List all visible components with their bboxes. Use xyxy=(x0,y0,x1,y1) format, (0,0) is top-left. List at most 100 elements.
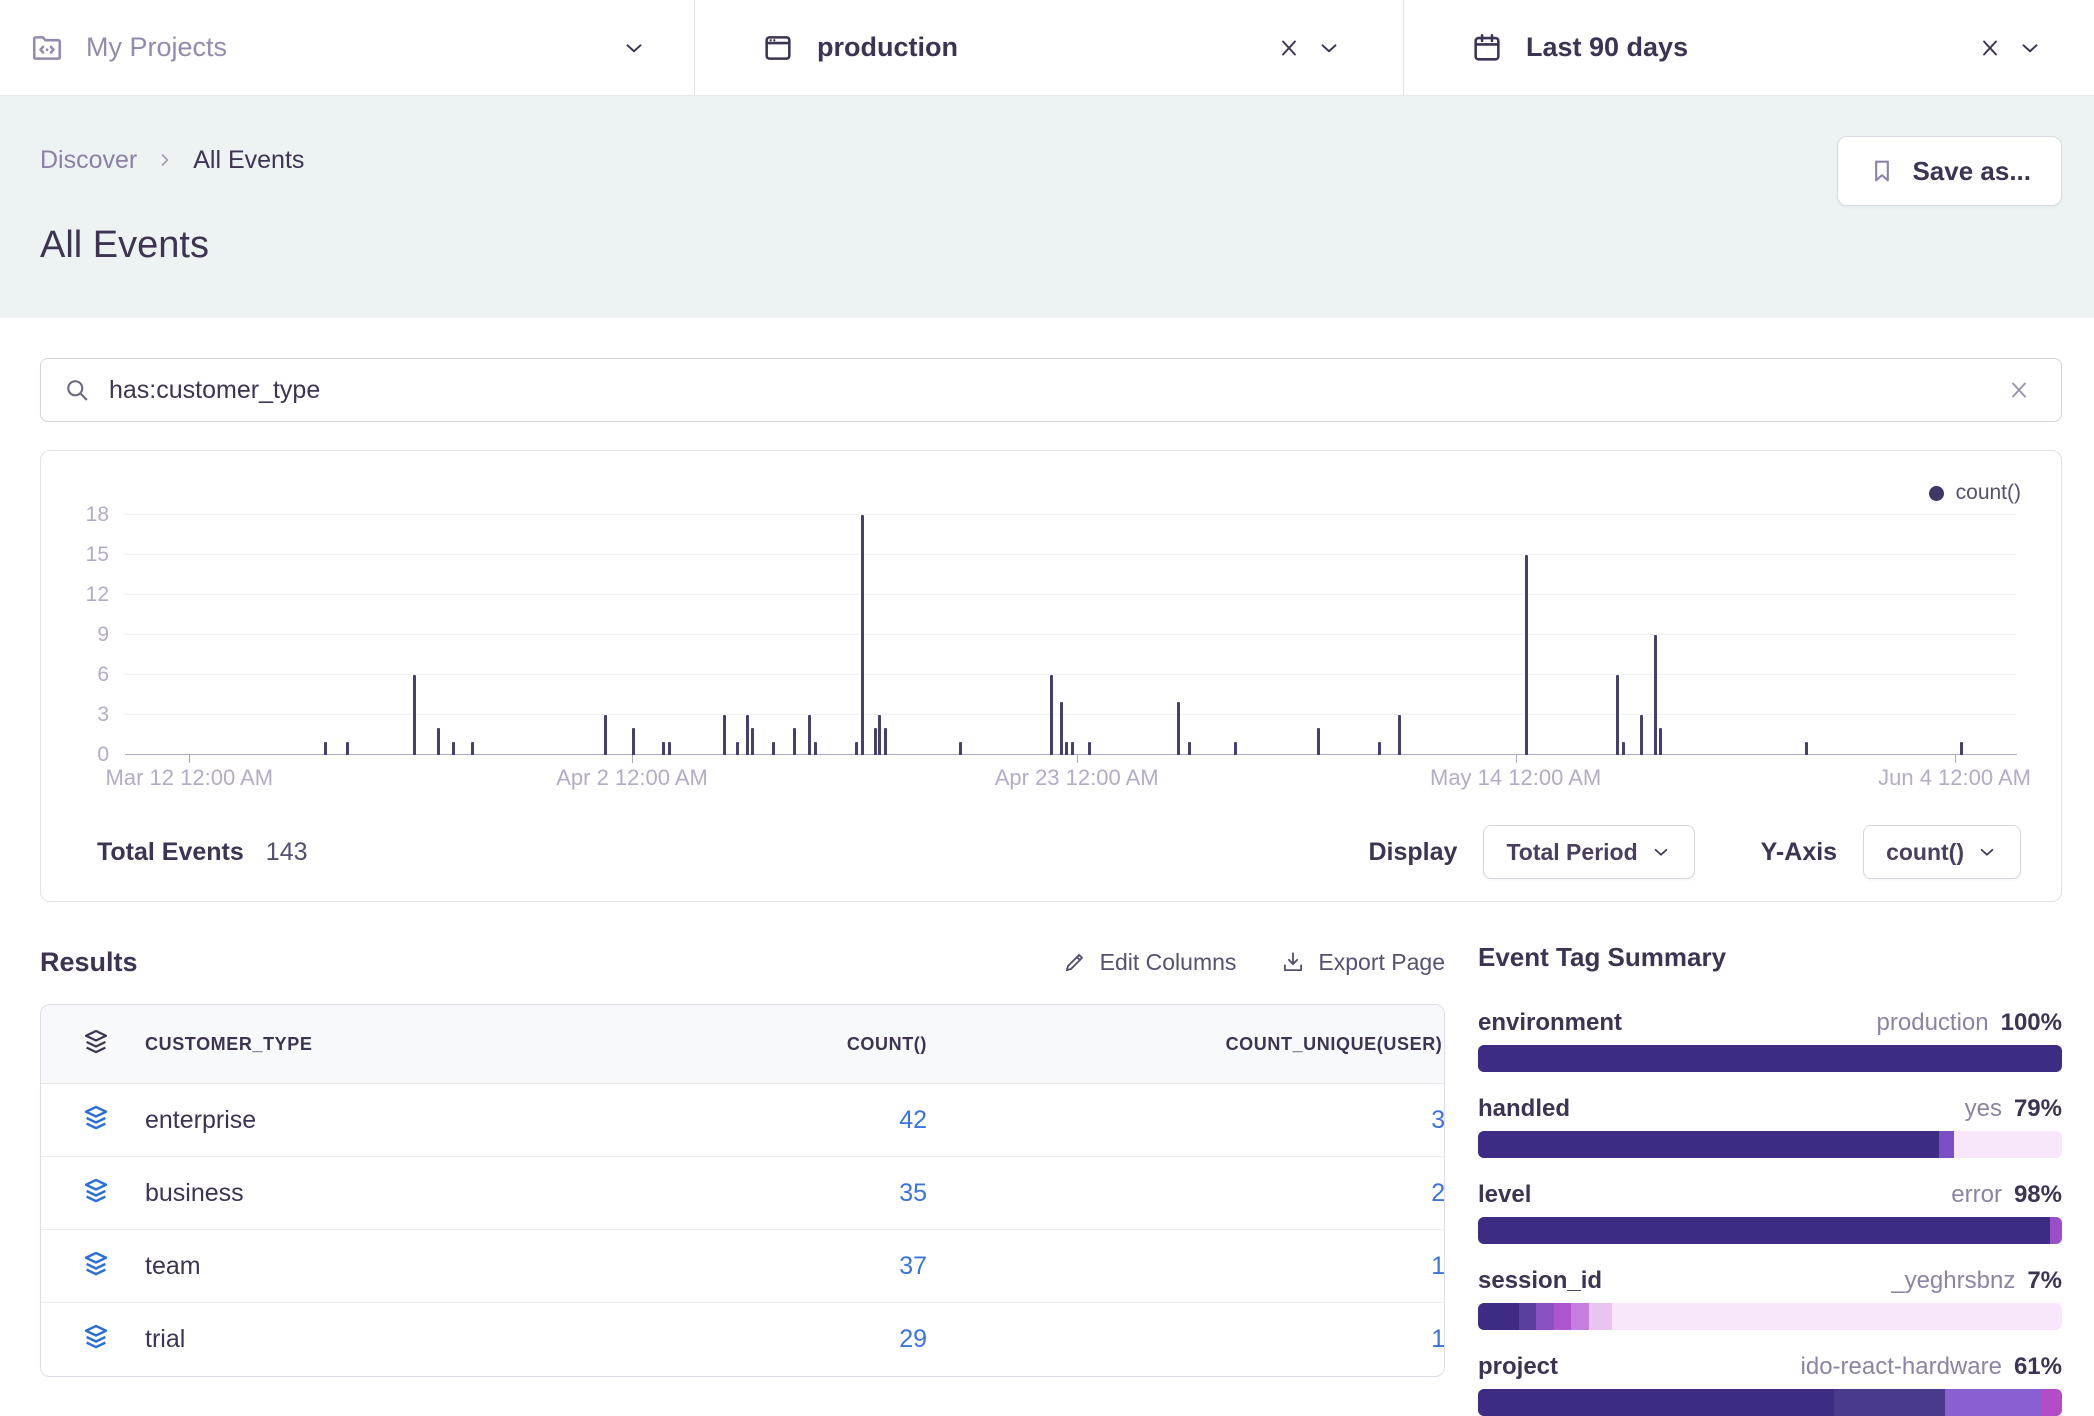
count-unique-cell-link[interactable]: 18 xyxy=(927,1325,1445,1354)
tag-bar-segment xyxy=(1478,1389,1834,1416)
environment-chevron[interactable] xyxy=(1309,28,1349,68)
export-page-button[interactable]: Export Page xyxy=(1280,949,1445,976)
stack-icon[interactable] xyxy=(81,1103,145,1138)
y-axis-dropdown[interactable]: count() xyxy=(1863,825,2021,879)
table-body: enterprise4238business3522team3719trial2… xyxy=(41,1084,1444,1376)
environment-clear-icon[interactable] xyxy=(1269,28,1309,68)
event-count-bar xyxy=(1071,742,1074,755)
event-count-bar xyxy=(604,715,607,755)
column-header-customer-type[interactable]: CUSTOMER_TYPE xyxy=(145,1034,627,1055)
display-dropdown[interactable]: Total Period xyxy=(1483,825,1694,879)
legend-label: count() xyxy=(1956,481,2021,505)
tag-bar-segment xyxy=(1612,1303,2062,1330)
column-header-count-unique-label: COUNT_UNIQUE(USER) xyxy=(1226,1034,1443,1054)
project-selector-label: My Projects xyxy=(86,32,227,63)
event-count-bar xyxy=(452,742,455,755)
save-as-button[interactable]: Save as... xyxy=(1837,136,2062,206)
date-clear-icon[interactable] xyxy=(1970,28,2010,68)
tag-bar-segment xyxy=(1834,1389,1945,1416)
event-count-bar xyxy=(736,742,739,755)
tag-bar-segment xyxy=(1478,1045,2062,1072)
environment-window-icon xyxy=(761,31,795,65)
legend-dot-icon xyxy=(1929,486,1944,501)
x-axis-tick-label: Jun 4 12:00 AM xyxy=(1878,765,2031,791)
tag-name: project xyxy=(1478,1353,1558,1381)
display-label: Display xyxy=(1369,838,1458,867)
event-count-bar xyxy=(1659,728,1662,755)
tag-bar-segment xyxy=(1571,1303,1589,1330)
tag-distribution-bar[interactable] xyxy=(1478,1131,2062,1158)
count-cell-link[interactable]: 37 xyxy=(627,1252,927,1281)
edit-columns-button[interactable]: Edit Columns xyxy=(1062,949,1237,976)
y-axis-tick-label: 9 xyxy=(61,623,109,647)
projects-folder-icon xyxy=(30,31,64,65)
count-cell-link[interactable]: 35 xyxy=(627,1179,927,1208)
results-area: Results Edit Columns Export xyxy=(40,942,2062,1416)
tag-summary-item: environmentproduction100% xyxy=(1478,1009,2062,1072)
tag-bar-segment xyxy=(1478,1303,1519,1330)
total-events-value: 143 xyxy=(266,838,308,867)
gridline xyxy=(125,594,2017,595)
tag-distribution-bar[interactable] xyxy=(1478,1217,2062,1244)
breadcrumb: Discover All Events xyxy=(40,140,2062,180)
count-unique-cell-link[interactable]: 19 xyxy=(927,1252,1445,1281)
download-icon xyxy=(1280,949,1306,975)
tag-distribution-bar[interactable] xyxy=(1478,1045,2062,1072)
date-range-selector[interactable]: Last 90 days xyxy=(1403,0,2094,95)
stack-icon[interactable] xyxy=(81,1249,145,1284)
customer-type-cell: trial xyxy=(145,1325,627,1354)
tag-bar-segment xyxy=(1589,1303,1612,1330)
count-unique-cell-link[interactable]: 22 xyxy=(927,1179,1445,1208)
tag-distribution-bar[interactable] xyxy=(1478,1303,2062,1330)
project-selector[interactable]: My Projects xyxy=(0,0,694,95)
count-unique-cell-link[interactable]: 38 xyxy=(927,1106,1445,1135)
tag-bar-segment xyxy=(1478,1217,2050,1244)
search-clear-icon[interactable] xyxy=(1999,370,2039,410)
event-count-bar xyxy=(1177,702,1180,755)
tag-bar-segment xyxy=(1519,1303,1537,1330)
display-dropdown-value: Total Period xyxy=(1506,839,1637,866)
y-axis-tick-label: 18 xyxy=(61,503,109,527)
event-count-bar xyxy=(1616,675,1619,755)
event-count-bar xyxy=(878,715,881,755)
breadcrumb-discover-link[interactable]: Discover xyxy=(40,146,137,175)
tag-name: level xyxy=(1478,1181,1531,1209)
event-count-bar xyxy=(668,742,671,755)
tag-name: session_id xyxy=(1478,1267,1602,1295)
tag-top-value: yes xyxy=(1965,1095,2002,1123)
column-header-count[interactable]: COUNT() xyxy=(627,1034,927,1055)
tag-bar-segment xyxy=(1954,1131,2062,1158)
table-row: team3719 xyxy=(41,1230,1444,1303)
column-header-count-unique[interactable]: COUNT_UNIQUE(USER)↓ xyxy=(927,1033,1445,1056)
tag-summary-item: handledyes79% xyxy=(1478,1095,2062,1158)
tag-distribution-bar[interactable] xyxy=(1478,1389,2062,1416)
x-axis-tick xyxy=(1077,755,1078,763)
event-count-bar xyxy=(1960,742,1963,755)
count-cell-link[interactable]: 42 xyxy=(627,1106,927,1135)
event-count-bar xyxy=(346,742,349,755)
event-count-bar xyxy=(1622,742,1625,755)
tag-bar-segment xyxy=(2042,1389,2062,1416)
stack-icon[interactable] xyxy=(81,1322,145,1357)
x-axis-tick-label: Apr 23 12:00 AM xyxy=(995,765,1159,791)
search-input[interactable] xyxy=(109,376,1981,405)
events-chart-panel: count() 0369121518 Mar 12 12:00 AMApr 2 … xyxy=(40,450,2062,902)
tag-top-value: _yeghrsbnz xyxy=(1891,1267,2015,1295)
environment-selector[interactable]: production xyxy=(694,0,1403,95)
chart-x-axis-labels: Mar 12 12:00 AMApr 2 12:00 AMApr 23 12:0… xyxy=(125,765,2017,795)
event-count-bar xyxy=(324,742,327,755)
event-count-bar xyxy=(1654,635,1657,755)
search-icon xyxy=(63,376,91,404)
main-content: count() 0369121518 Mar 12 12:00 AMApr 2 … xyxy=(0,358,2094,1416)
event-count-bar xyxy=(1060,702,1063,755)
event-count-bar xyxy=(793,728,796,755)
date-chevron[interactable] xyxy=(2010,28,2050,68)
chart-legend-count[interactable]: count() xyxy=(1929,481,2021,505)
stack-icon[interactable] xyxy=(81,1176,145,1211)
gridline xyxy=(125,714,2017,715)
project-selector-chevron[interactable] xyxy=(614,28,654,68)
count-cell-link[interactable]: 29 xyxy=(627,1325,927,1354)
event-count-bar xyxy=(471,742,474,755)
x-axis-tick-label: Mar 12 12:00 AM xyxy=(106,765,274,791)
discover-page: My Projects production xyxy=(0,0,2094,1416)
